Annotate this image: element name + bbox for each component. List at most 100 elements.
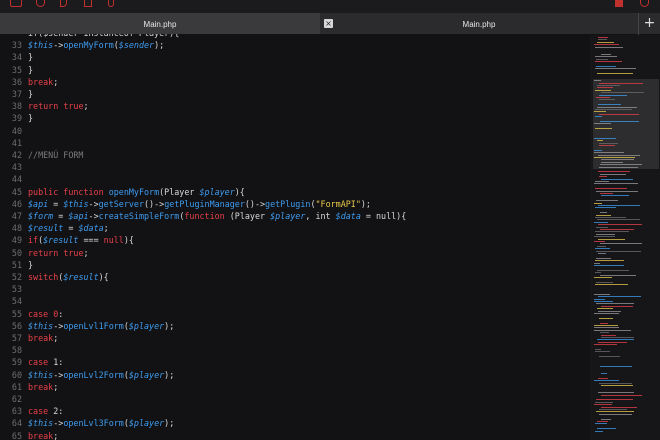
code-line[interactable]: 58 [0,344,28,356]
code-line[interactable]: 38 return true; [0,100,89,112]
line-number: 63 [11,406,22,417]
code-line[interactable]: 54 [0,295,28,307]
code-line[interactable]: 60 $this->openLvl2Form($player); [0,369,174,381]
code-line[interactable]: 37} [0,88,33,100]
code-token: break [28,430,54,440]
line-number: 55 [11,308,22,319]
file-icon[interactable] [10,0,22,7]
minimap-line [595,423,607,425]
minimap-line [595,248,610,250]
code-line[interactable]: 63 case 2: [0,405,63,417]
code-token: ; [103,223,109,234]
code-line[interactable]: 40 [0,125,28,137]
minimap-line [598,171,630,173]
code-line[interactable]: 46 $api = $this->getServer()->getPluginMa… [0,198,371,210]
code-token: createSimpleForm [98,211,180,221]
code-line[interactable]: 43 [0,161,28,173]
minimap-line [597,140,603,142]
code-line[interactable]: 52 switch($result){ [0,271,109,283]
code-token: ); [164,418,175,429]
minimap-line [595,188,627,190]
code-line[interactable]: 33 $this->openMyForm($sender); [0,39,164,51]
code-line[interactable]: 41 [0,137,28,149]
minimap-line [598,310,621,312]
minimap-line [596,399,633,401]
code-line[interactable]: 44 [0,173,28,185]
minimap-line [599,99,615,101]
minimap-line [595,207,616,209]
minimap-line [601,92,644,94]
share-icon[interactable] [60,0,67,7]
code-token: getServer [98,198,145,209]
minimap[interactable] [590,35,660,440]
code-line[interactable]: 57 break; [0,332,58,344]
package-icon[interactable] [36,0,45,7]
minimap-line [595,46,623,48]
code-token: $sender [118,40,155,51]
code-line[interactable]: 59 case 1: [0,356,63,368]
code-line[interactable]: 53 [0,283,28,295]
code-line[interactable]: 55 case 0: [0,308,63,320]
code-line[interactable]: 50 return true; [0,247,89,259]
minimap-line [596,226,608,228]
minimap-line [597,428,616,430]
minimap-line [599,356,620,358]
code-line[interactable]: 45 public function openMyForm(Player $pla… [0,186,245,198]
minimap-line [595,260,624,262]
tab-main-php[interactable]: Main.php [320,13,638,35]
minimap-line [594,111,606,113]
code-line[interactable]: 39} [0,112,33,124]
minimap-line [597,269,629,271]
minimap-line [599,176,607,178]
code-token: ); [164,369,175,380]
code-editor[interactable]: if($sender instanceof Player){33$this->o… [0,34,590,440]
tab-main-php-active[interactable]: Main.php [0,13,320,35]
code-line[interactable]: 56 $this->openLvl1Form($player); [0,320,174,332]
branch-icon[interactable] [84,0,92,7]
minimap-line [600,274,636,276]
tab-label: Main.php [143,19,177,29]
code-line[interactable]: 34} [0,51,33,63]
code-line[interactable]: 65 break; [0,430,58,440]
line-number: 34 [11,52,22,63]
minimap-line [600,212,607,214]
trash-icon[interactable] [615,0,623,7]
code-line[interactable]: 35} [0,64,33,76]
minimap-line [601,334,616,336]
code-line[interactable]: 47 $form = $api->createSimpleForm(functio… [0,210,406,222]
code-line[interactable]: 48 $result = $data; [0,222,109,234]
code-token: getPlugin [265,198,311,209]
undo-icon[interactable] [108,0,114,7]
code-token: -> [88,211,99,221]
line-number: 60 [11,369,22,380]
code-token: return [28,101,59,112]
minimap-line [594,329,631,331]
code-line[interactable]: 62 [0,393,28,405]
settings-icon[interactable] [640,0,649,7]
code-line[interactable]: 64 $this->openLvl3Form($player); [0,417,174,429]
add-tab-button[interactable]: + [638,13,660,35]
code-line[interactable]: 49 if($result === null){ [0,234,134,246]
code-token: } [28,89,34,99]
code-token: $this [28,418,54,429]
minimap-line [600,243,642,245]
code-line[interactable]: 36 break; [0,76,58,88]
minimap-line [599,409,627,410]
code-token: ; [53,333,59,343]
minimap-line [596,233,615,235]
line-number: 44 [11,174,22,185]
minimap-line [597,245,606,247]
code-token: $api [28,198,49,209]
minimap-line [595,401,613,403]
code-token: ; [53,430,59,440]
line-number: 61 [11,381,22,392]
line-number: 40 [11,125,22,136]
minimap-line [597,85,620,86]
code-token: ()-> [244,198,266,209]
code-line[interactable]: 51} [0,259,33,271]
minimap-line [601,406,637,408]
code-line[interactable]: 42 //MENÚ FORM [0,149,84,161]
code-line[interactable]: 61 break; [0,381,58,393]
code-token: ){ [98,272,109,282]
minimap-line [597,106,637,108]
